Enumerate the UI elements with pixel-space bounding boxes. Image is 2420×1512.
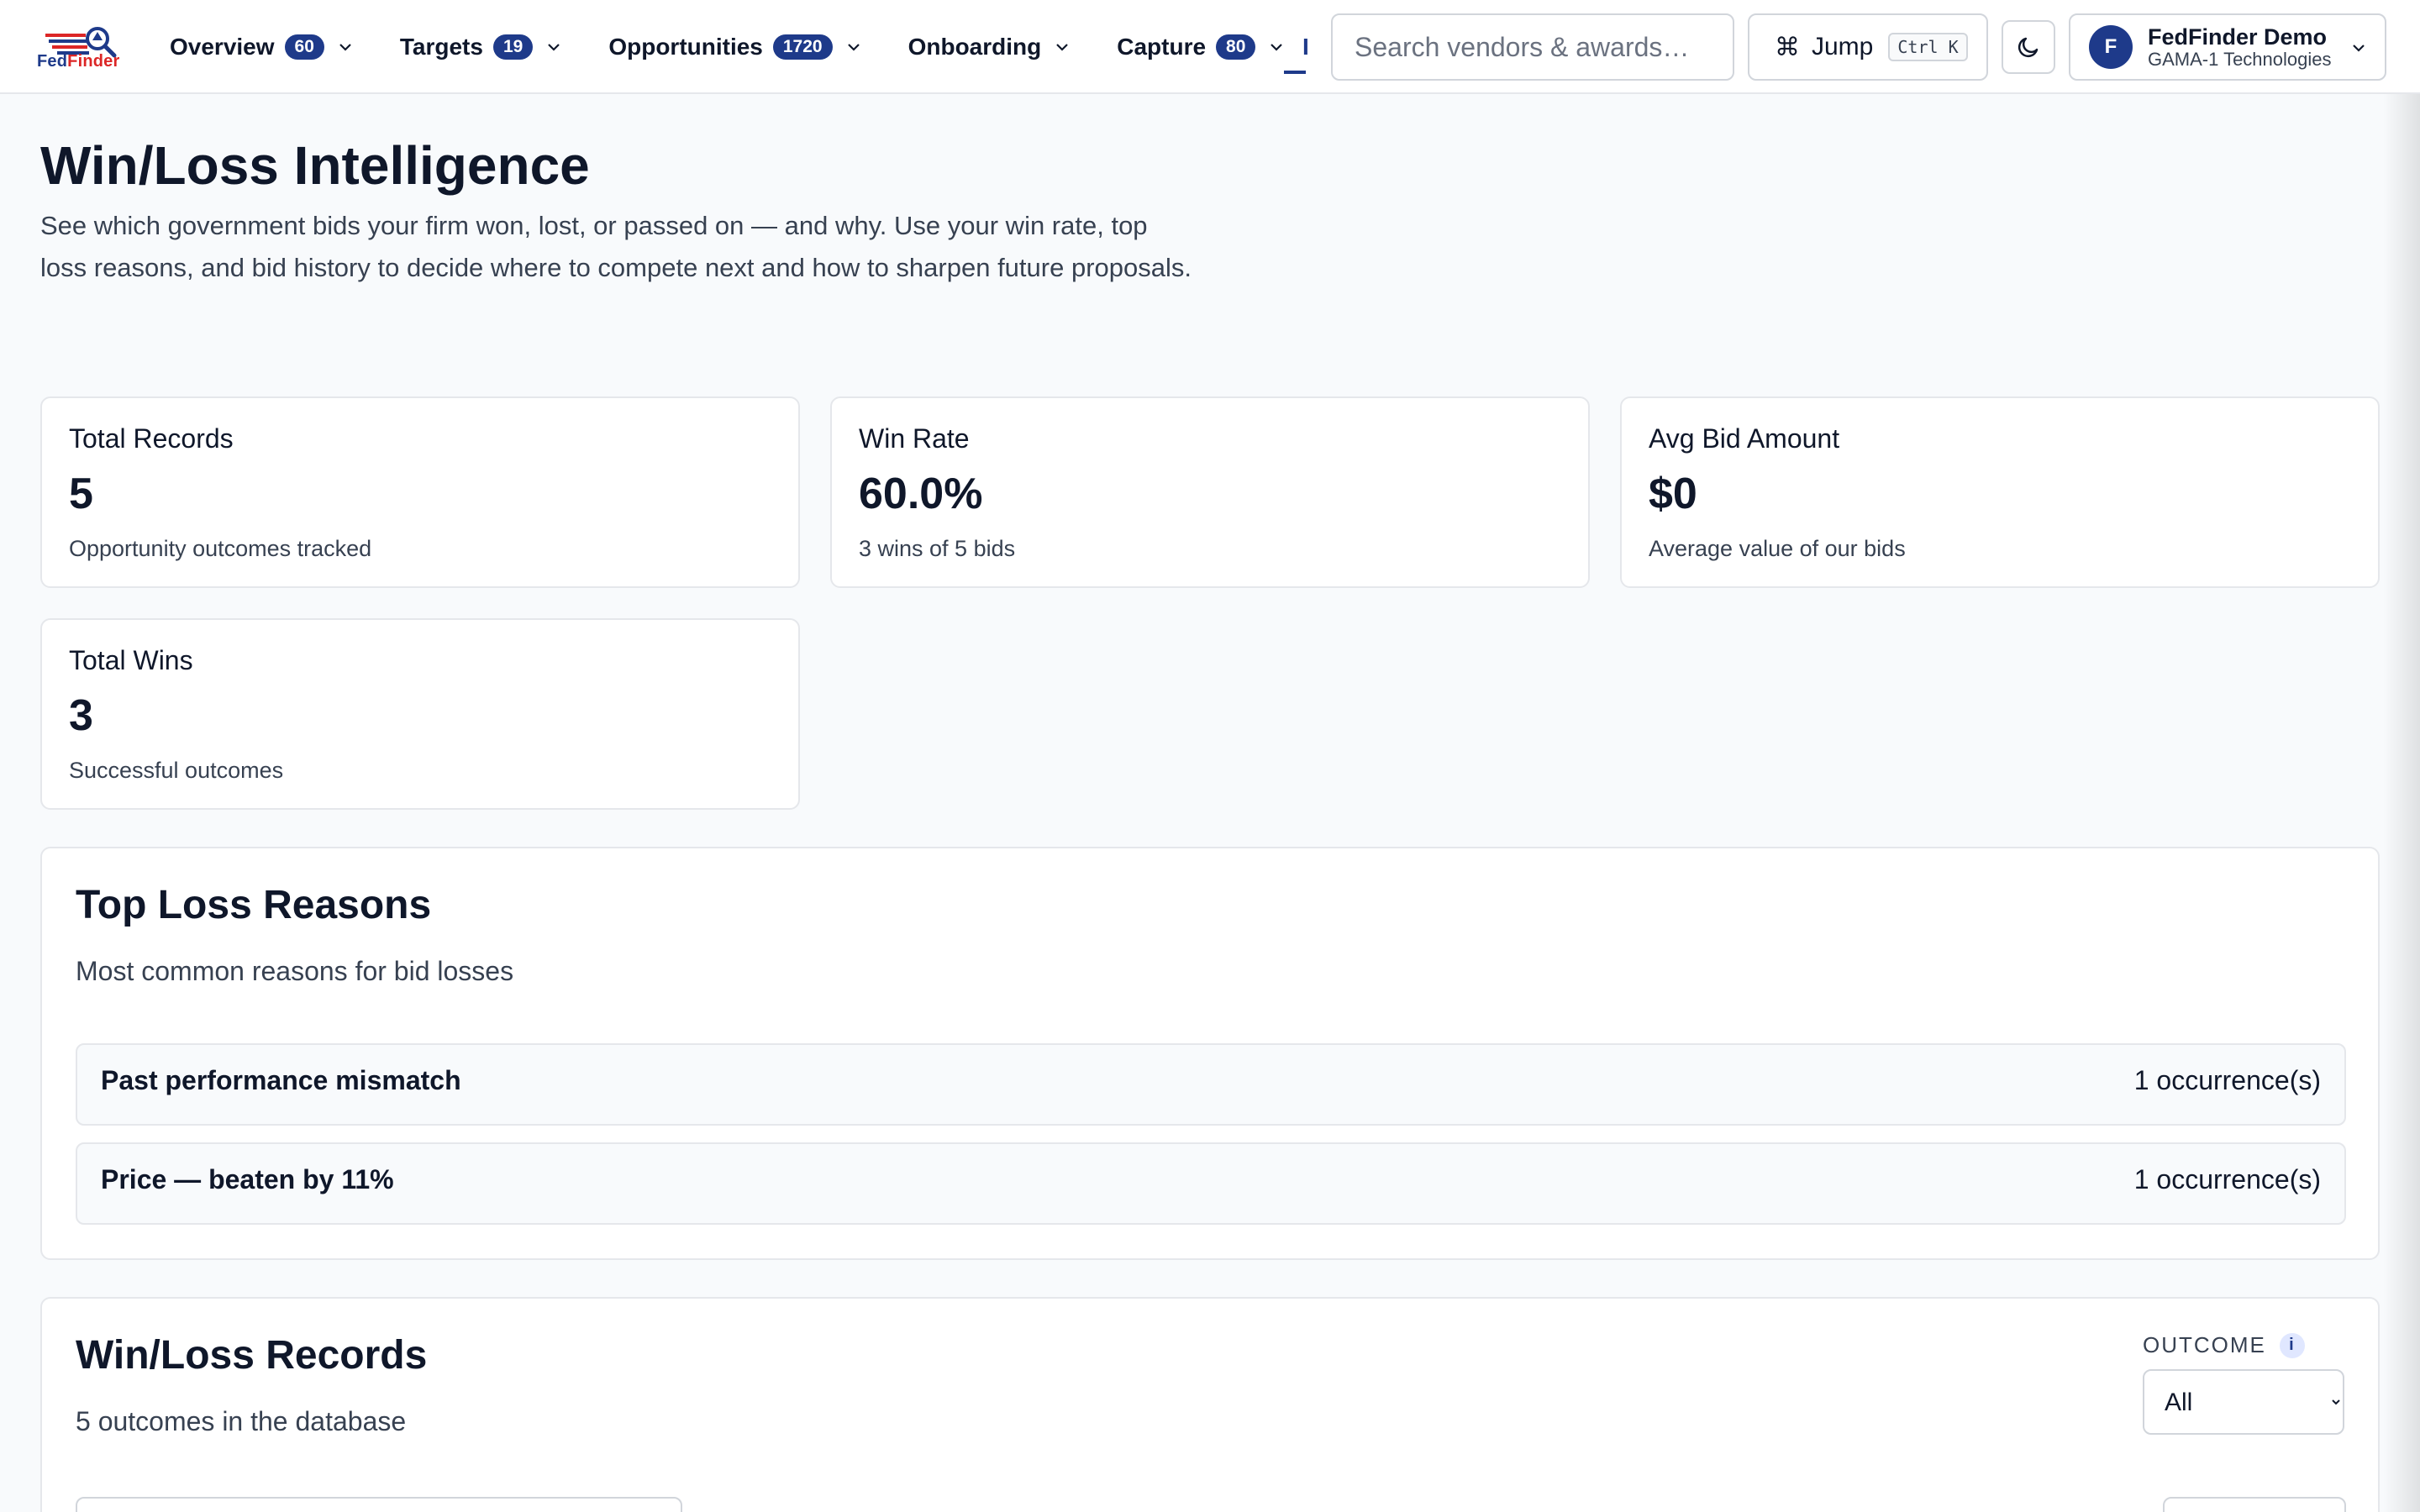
nav-item-label: Capture [1117,34,1207,60]
nav-item-label: Overview [170,34,275,60]
stat-caption: 3 wins of 5 bids [859,536,1016,561]
global-search-input[interactable] [1331,13,1734,81]
keyboard-shortcut: Ctrl K [1888,33,1968,61]
chevron-down-icon [548,44,560,51]
loss-reason-row: Past performance mismatch 1 occurrence(s… [76,1043,2346,1126]
records-panel: Win/Loss Records 5 outcomes in the datab… [40,1297,2380,1512]
loss-reason-row: Price — beaten by 11% 1 occurrence(s) [76,1142,2346,1225]
user-org: GAMA-1 Technologies [2148,49,2332,70]
user-menu[interactable]: F FedFinder Demo GAMA-1 Technologies [2069,13,2386,81]
nav-item-label: Opportunities [608,34,763,60]
panel-title: Top Loss Reasons [76,883,432,927]
loss-reason-name: Price — beaten by 11% [101,1164,394,1194]
stat-value: 3 [69,691,93,740]
outcome-filter-label: OUTCOME i [2143,1332,2305,1358]
nav-item-label: I [1302,34,1309,60]
user-info: FedFinder Demo GAMA-1 Technologies [2148,24,2332,70]
panel-title: Win/Loss Records [76,1333,428,1378]
outcome-filter-label-text: OUTCOME [2143,1332,2266,1357]
theme-toggle-button[interactable] [2002,20,2055,74]
page-description: See which government bids your firm won,… [40,211,1192,282]
nav-item-overview[interactable]: Overview 60 [168,0,355,94]
nav-item-opportunities[interactable]: Opportunities 1720 [607,0,862,94]
nav-item-onboarding[interactable]: Onboarding [907,0,1072,94]
chevron-down-icon [1270,44,1283,51]
nav-item-label: Targets [399,34,483,60]
stat-label: Avg Bid Amount [1649,423,1840,454]
nav-badge: 60 [284,34,324,60]
nav-badge: 1720 [772,34,833,60]
chevron-down-icon [2353,45,2365,52]
nav-badge: 19 [492,34,534,60]
loss-reasons-panel: Top Loss Reasons Most common reasons for… [40,847,2380,1260]
nav-item-targets[interactable]: Targets 19 [398,0,563,94]
logo-wordmark: FedFinder [37,52,120,71]
stat-label: Total Records [69,423,234,454]
stat-card-avg-bid: Avg Bid Amount $0 Average value of our b… [1620,396,2380,588]
stat-label: Win Rate [859,423,970,454]
jump-label: Jump [1812,33,1874,60]
logo-wordmark-a: Fed [37,52,68,71]
stat-caption: Average value of our bids [1649,536,1906,561]
loss-reason-count: 1 occurrence(s) [2133,1164,2321,1194]
nav-item-label: Onboarding [908,34,1042,60]
logo-wordmark-b: Finder [67,52,120,71]
jump-button[interactable]: ⌘ Jump Ctrl K [1748,13,1988,81]
stat-card-total-records: Total Records 5 Opportunity outcomes tra… [40,396,800,588]
info-icon[interactable]: i [2279,1332,2305,1358]
stat-caption: Opportunity outcomes tracked [69,536,372,561]
chevron-down-icon [339,44,351,51]
loss-reason-count: 1 occurrence(s) [2133,1065,2321,1095]
main-nav: Overview 60 Targets 19 Opportunities 172… [168,0,1329,94]
records-action-button[interactable] [2163,1497,2346,1512]
panel-subtitle: 5 outcomes in the database [76,1406,407,1436]
page-title: Win/Loss Intelligence [40,135,590,196]
user-name: FedFinder Demo [2148,24,2328,50]
side-drawer-shadow [2383,94,2420,1512]
stat-value: 60.0% [859,470,983,518]
chevron-down-icon [1056,44,1069,51]
loss-reason-name: Past performance mismatch [101,1065,461,1095]
command-icon: ⌘ [1775,33,1800,61]
panel-subtitle: Most common reasons for bid losses [76,956,514,986]
moon-icon [2018,37,2039,58]
nav-item-intelligence-active[interactable]: I [1284,0,1309,94]
top-navbar: FedFinder Overview 60 Targets 19 Opportu… [0,0,2420,94]
avatar: F [2089,25,2133,69]
stat-value: 5 [69,470,93,518]
stat-caption: Successful outcomes [69,758,284,783]
active-tab-indicator [1284,71,1306,74]
stat-value: $0 [1649,470,1697,518]
chevron-down-icon [847,44,860,51]
stat-label: Total Wins [69,645,193,675]
stat-card-total-wins: Total Wins 3 Successful outcomes [40,618,800,810]
stat-card-win-rate: Win Rate 60.0% 3 wins of 5 bids [830,396,1590,588]
nav-badge: 80 [1216,34,1256,60]
records-search-input[interactable] [76,1497,682,1512]
outcome-filter-select[interactable]: All [2143,1369,2344,1435]
nav-item-capture[interactable]: Capture 80 [1115,0,1286,94]
